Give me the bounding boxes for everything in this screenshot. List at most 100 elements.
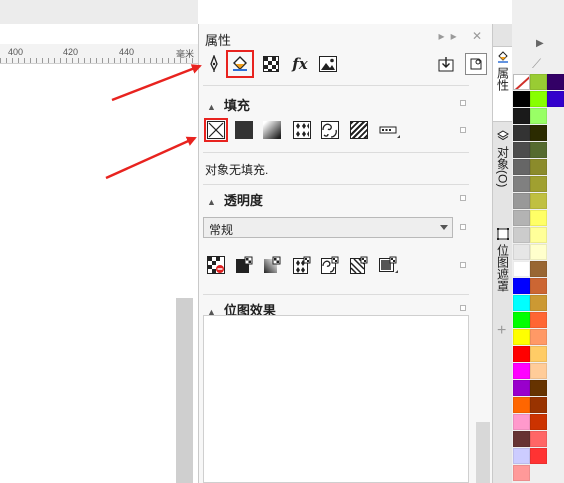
- section-options-icon[interactable]: [460, 100, 466, 106]
- color-swatch[interactable]: [530, 363, 547, 379]
- two-color-transparency-icon[interactable]: [350, 256, 368, 274]
- color-swatch[interactable]: [513, 142, 530, 158]
- color-swatch[interactable]: [530, 346, 547, 362]
- color-swatch[interactable]: [513, 227, 530, 243]
- canvas-top-strip: [0, 0, 198, 24]
- color-swatch[interactable]: [530, 261, 547, 277]
- color-swatch[interactable]: [513, 363, 530, 379]
- color-swatch[interactable]: [530, 397, 547, 413]
- transparency-section-header[interactable]: ▲ 透明度: [207, 190, 263, 209]
- bitmap-pattern-fill-icon[interactable]: [321, 121, 339, 139]
- color-swatch[interactable]: [530, 210, 547, 226]
- canvas-vertical-scrollbar[interactable]: [176, 298, 193, 483]
- color-swatch[interactable]: [530, 431, 547, 447]
- section-options-icon[interactable]: [460, 262, 466, 268]
- color-swatch[interactable]: [513, 448, 530, 464]
- color-swatch[interactable]: [513, 329, 530, 345]
- color-swatch[interactable]: [513, 193, 530, 209]
- no-color-swatch[interactable]: [513, 74, 530, 90]
- two-color-pattern-fill-icon[interactable]: [350, 121, 368, 139]
- collapse-triangle-icon[interactable]: ▲: [207, 197, 216, 207]
- tab-bitmap-mask[interactable]: 位图遮罩: [493, 224, 513, 314]
- color-swatch[interactable]: [530, 125, 547, 141]
- tab-objects[interactable]: 对象(O): [493, 126, 513, 222]
- section-options-icon[interactable]: [460, 195, 466, 201]
- color-swatch[interactable]: [530, 414, 547, 430]
- docker-title-buttons[interactable]: ▸▸ ✕: [439, 29, 488, 43]
- bitmap-image-icon[interactable]: [317, 53, 339, 75]
- color-swatch[interactable]: [513, 380, 530, 396]
- color-swatch[interactable]: [513, 244, 530, 260]
- color-swatch[interactable]: [530, 244, 547, 260]
- transparency-section-title: 透明度: [223, 193, 263, 208]
- texture-transparency-icon[interactable]: [379, 256, 398, 274]
- add-tab-plus-icon[interactable]: +: [497, 322, 506, 340]
- color-swatch[interactable]: [513, 159, 530, 175]
- color-swatch[interactable]: [530, 193, 547, 209]
- fill-bucket-icon[interactable]: [226, 50, 254, 78]
- color-swatch[interactable]: [513, 125, 530, 141]
- horizontal-ruler[interactable]: 400 420 440 毫米: [0, 44, 198, 64]
- collapse-triangle-icon[interactable]: ▲: [207, 102, 216, 112]
- color-swatch[interactable]: [530, 278, 547, 294]
- color-swatch[interactable]: [530, 295, 547, 311]
- color-swatch[interactable]: [513, 91, 530, 107]
- color-swatch[interactable]: [513, 278, 530, 294]
- bitmap-mask-icon: [497, 228, 509, 240]
- palette-scroll-arrow-icon[interactable]: ▶: [536, 38, 544, 49]
- bitmap-effects-list[interactable]: [203, 315, 469, 483]
- vector-pattern-fill-icon[interactable]: [293, 121, 311, 139]
- no-fill-icon[interactable]: [204, 118, 228, 142]
- color-swatch[interactable]: [530, 176, 547, 192]
- bitmap-pattern-transparency-icon[interactable]: [321, 256, 339, 274]
- color-swatch[interactable]: [530, 448, 547, 464]
- color-swatch[interactable]: [530, 108, 547, 124]
- collapse-docker-icon[interactable]: ▸▸: [439, 29, 463, 43]
- color-swatch[interactable]: [530, 142, 547, 158]
- eyedropper-icon[interactable]: ⟋: [532, 56, 541, 72]
- color-swatch[interactable]: [530, 91, 547, 107]
- uniform-transparency-icon[interactable]: [235, 256, 253, 274]
- color-swatch[interactable]: [513, 414, 530, 430]
- color-swatch[interactable]: [530, 312, 547, 328]
- section-options-icon[interactable]: [460, 224, 466, 230]
- close-docker-icon[interactable]: ✕: [472, 29, 488, 43]
- no-transparency-icon[interactable]: [207, 256, 225, 274]
- color-swatch[interactable]: [513, 176, 530, 192]
- color-swatch[interactable]: [513, 431, 530, 447]
- color-swatch[interactable]: [513, 465, 530, 481]
- color-swatch[interactable]: [513, 261, 530, 277]
- transparency-mode-select[interactable]: 常规: [203, 217, 453, 238]
- color-swatch[interactable]: [513, 312, 530, 328]
- uniform-fill-icon[interactable]: [235, 121, 253, 139]
- object-properties-icon[interactable]: [465, 53, 487, 75]
- fountain-transparency-icon[interactable]: [263, 256, 281, 274]
- docker-vertical-scrollbar[interactable]: [476, 422, 490, 483]
- drawing-canvas[interactable]: [0, 64, 198, 483]
- color-swatch[interactable]: [547, 91, 564, 107]
- color-swatch[interactable]: [530, 159, 547, 175]
- tab-properties[interactable]: 属性: [493, 46, 513, 122]
- color-swatch[interactable]: [530, 227, 547, 243]
- color-swatch[interactable]: [530, 74, 547, 90]
- fill-section-header[interactable]: ▲ 填充: [207, 95, 250, 114]
- section-options-icon[interactable]: [460, 305, 466, 311]
- transparency-icon[interactable]: [260, 53, 282, 75]
- effects-fx-icon[interactable]: fx: [289, 53, 311, 75]
- apply-icon[interactable]: [435, 53, 457, 75]
- color-swatch[interactable]: [513, 346, 530, 362]
- color-swatch[interactable]: [513, 108, 530, 124]
- fill-status-text: 对象无填充.: [205, 163, 269, 177]
- color-swatch[interactable]: [513, 210, 530, 226]
- color-swatch[interactable]: [530, 380, 547, 396]
- color-swatch[interactable]: [547, 74, 564, 90]
- color-palette: ▶ ⟋: [512, 0, 564, 483]
- vector-pattern-transparency-icon[interactable]: [293, 256, 311, 274]
- color-swatch[interactable]: [513, 295, 530, 311]
- postscript-fill-icon[interactable]: [379, 121, 400, 139]
- color-swatch[interactable]: [513, 397, 530, 413]
- fountain-fill-icon[interactable]: [263, 121, 281, 139]
- outline-pen-icon[interactable]: [203, 53, 225, 75]
- color-swatch[interactable]: [530, 329, 547, 345]
- section-options-icon[interactable]: [460, 127, 466, 133]
